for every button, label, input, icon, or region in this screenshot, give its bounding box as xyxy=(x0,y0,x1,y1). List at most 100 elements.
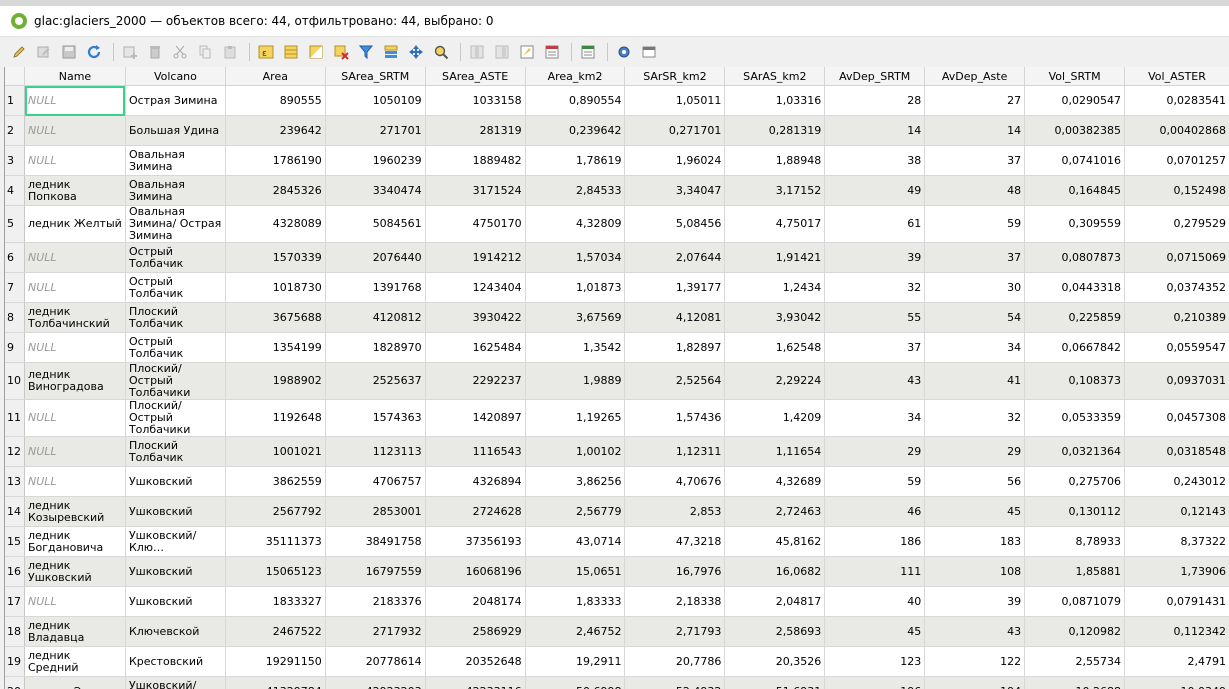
cell-volcano[interactable]: Острая Зимина xyxy=(125,85,226,116)
table-view-button[interactable] xyxy=(638,41,660,63)
cell-saras-km2[interactable]: 3,93042 xyxy=(724,302,826,333)
cell-avdep-srtm[interactable]: 111 xyxy=(824,556,926,587)
cell-sarea-srtm[interactable]: 20778614 xyxy=(325,646,426,677)
cell-sarea-srtm[interactable]: 1960239 xyxy=(325,145,426,176)
row-number[interactable]: 2 xyxy=(5,115,25,146)
cell-area[interactable]: 15065123 xyxy=(225,556,326,587)
cell-sarea-srtm[interactable]: 4120812 xyxy=(325,302,426,333)
cell-sarea-aste[interactable]: 2048174 xyxy=(425,586,526,617)
column-header-avdep-aste[interactable]: AvDep_Aste xyxy=(924,67,1026,86)
cell-sarea-srtm[interactable]: 16797559 xyxy=(325,556,426,587)
cell-vol-aster[interactable]: 0,152498 xyxy=(1124,175,1229,206)
row-number[interactable]: 7 xyxy=(5,272,25,303)
row-number[interactable]: 14 xyxy=(5,496,25,527)
cell-sarea-srtm[interactable]: 42923203 xyxy=(325,676,426,689)
cell-area[interactable]: 1192648 xyxy=(225,399,326,437)
cell-area[interactable]: 1001021 xyxy=(225,436,326,467)
table-row[interactable]: 18 ледник Владавца Ключевской 2467522 271793… xyxy=(5,616,1229,647)
cell-vol-srtm[interactable]: 0,0290547 xyxy=(1024,85,1126,116)
table-row[interactable]: 9 NULL Острый Толбачик 1354199 1828970 162548… xyxy=(5,332,1229,363)
cell-vol-srtm[interactable]: 0,0807873 xyxy=(1024,242,1126,273)
cell-sarea-srtm[interactable]: 2717932 xyxy=(325,616,426,647)
deselect-all-button[interactable] xyxy=(330,41,352,63)
copy-button[interactable] xyxy=(194,41,216,63)
dock-table-button[interactable] xyxy=(577,41,599,63)
cell-sarea-srtm[interactable]: 1574363 xyxy=(325,399,426,437)
cell-area[interactable]: 890555 xyxy=(225,85,326,116)
cell-vol-aster[interactable]: 0,210389 xyxy=(1124,302,1229,333)
column-header-vol-aster[interactable]: Vol_ASTER xyxy=(1124,67,1229,86)
cell-volcano[interactable]: Острый Толбачик xyxy=(125,332,226,363)
cut-button[interactable] xyxy=(169,41,191,63)
column-header-saras-km2[interactable]: SArAS_km2 xyxy=(724,67,826,86)
cell-avdep-aste[interactable]: 27 xyxy=(924,85,1026,116)
cell-vol-aster[interactable]: 0,279529 xyxy=(1124,205,1229,243)
cell-avdep-aste[interactable]: 29 xyxy=(924,436,1026,467)
cell-vol-srtm[interactable]: 8,78933 xyxy=(1024,526,1126,557)
cell-avdep-srtm[interactable]: 34 xyxy=(824,399,926,437)
cell-name[interactable]: ледник Желтый xyxy=(24,205,126,243)
cell-sarea-srtm[interactable]: 2183376 xyxy=(325,586,426,617)
cell-volcano[interactable]: Ключевской xyxy=(125,616,226,647)
cell-vol-srtm[interactable]: 2,55734 xyxy=(1024,646,1126,677)
reload-button[interactable] xyxy=(83,41,105,63)
table-row[interactable]: 12 NULL Плоский Толбачик 1001021 1123113 1116… xyxy=(5,436,1229,467)
cell-avdep-aste[interactable]: 59 xyxy=(924,205,1026,243)
cell-name[interactable]: NULL xyxy=(24,242,126,273)
select-by-expression-button[interactable]: ε xyxy=(255,41,277,63)
cell-sarea-aste[interactable]: 1889482 xyxy=(425,145,526,176)
table-row[interactable]: 7 NULL Острый Толбачик 1018730 1391768 124340… xyxy=(5,272,1229,303)
cell-avdep-aste[interactable]: 48 xyxy=(924,175,1026,206)
cell-vol-srtm[interactable]: 0,0871079 xyxy=(1024,586,1126,617)
row-number[interactable]: 15 xyxy=(5,526,25,557)
table-row[interactable]: 14 ледник Козыревский Ушковский 2567792 2853… xyxy=(5,496,1229,527)
table-row[interactable]: 10 ледник Виноградова Плоский/Острый Толба… xyxy=(5,362,1229,400)
cell-sarsr-km2[interactable]: 1,96024 xyxy=(624,145,726,176)
cell-avdep-srtm[interactable]: 38 xyxy=(824,145,926,176)
cell-vol-srtm[interactable]: 1,85881 xyxy=(1024,556,1126,587)
cell-sarea-aste[interactable]: 1625484 xyxy=(425,332,526,363)
cell-sarea-aste[interactable]: 1420897 xyxy=(425,399,526,437)
table-row[interactable]: 13 NULL Ушковский 3862559 4706757 4326894 3,86… xyxy=(5,466,1229,497)
cell-vol-aster[interactable]: 0,0559547 xyxy=(1124,332,1229,363)
cell-sarsr-km2[interactable]: 47,3218 xyxy=(624,526,726,557)
cell-vol-srtm[interactable]: 0,0321364 xyxy=(1024,436,1126,467)
cell-volcano[interactable]: Овальная Зимина xyxy=(125,175,226,206)
cell-saras-km2[interactable]: 16,0682 xyxy=(724,556,826,587)
cell-vol-srtm[interactable]: 0,164845 xyxy=(1024,175,1126,206)
cell-area-km2[interactable]: 43,0714 xyxy=(525,526,626,557)
column-header-vol-srtm[interactable]: Vol_SRTM xyxy=(1024,67,1126,86)
row-number[interactable]: 20 xyxy=(5,676,25,689)
cell-sarsr-km2[interactable]: 1,39177 xyxy=(624,272,726,303)
cell-sarsr-km2[interactable]: 2,853 xyxy=(624,496,726,527)
cell-area[interactable]: 2567792 xyxy=(225,496,326,527)
cell-saras-km2[interactable]: 1,03316 xyxy=(724,85,826,116)
cell-vol-aster[interactable]: 0,0937031 xyxy=(1124,362,1229,400)
cell-area-km2[interactable]: 3,67569 xyxy=(525,302,626,333)
cell-avdep-srtm[interactable]: 45 xyxy=(824,616,926,647)
cell-saras-km2[interactable]: 45,8162 xyxy=(724,526,826,557)
cell-saras-km2[interactable]: 3,17152 xyxy=(724,175,826,206)
row-number[interactable]: 9 xyxy=(5,332,25,363)
cell-sarea-aste[interactable]: 1243404 xyxy=(425,272,526,303)
paste-button[interactable] xyxy=(219,41,241,63)
cell-area[interactable]: 41329784 xyxy=(225,676,326,689)
row-number[interactable]: 19 xyxy=(5,646,25,677)
field-calculator-button[interactable] xyxy=(516,41,538,63)
cell-area[interactable]: 239642 xyxy=(225,115,326,146)
save-edits-button[interactable] xyxy=(58,41,80,63)
filter-select-button[interactable] xyxy=(355,41,377,63)
move-selection-top-button[interactable] xyxy=(380,41,402,63)
cell-area-km2[interactable]: 15,0651 xyxy=(525,556,626,587)
cell-avdep-srtm[interactable]: 32 xyxy=(824,272,926,303)
cell-avdep-srtm[interactable]: 39 xyxy=(824,242,926,273)
cell-area[interactable]: 1354199 xyxy=(225,332,326,363)
cell-sarea-aste[interactable]: 20352648 xyxy=(425,646,526,677)
column-header-volcano[interactable]: Volcano xyxy=(125,67,226,86)
cell-area-km2[interactable]: 1,9889 xyxy=(525,362,626,400)
cell-area-km2[interactable]: 1,83333 xyxy=(525,586,626,617)
cell-avdep-srtm[interactable]: 59 xyxy=(824,466,926,497)
cell-avdep-srtm[interactable]: 61 xyxy=(824,205,926,243)
cell-name[interactable]: NULL xyxy=(24,145,126,176)
cell-area[interactable]: 1570339 xyxy=(225,242,326,273)
